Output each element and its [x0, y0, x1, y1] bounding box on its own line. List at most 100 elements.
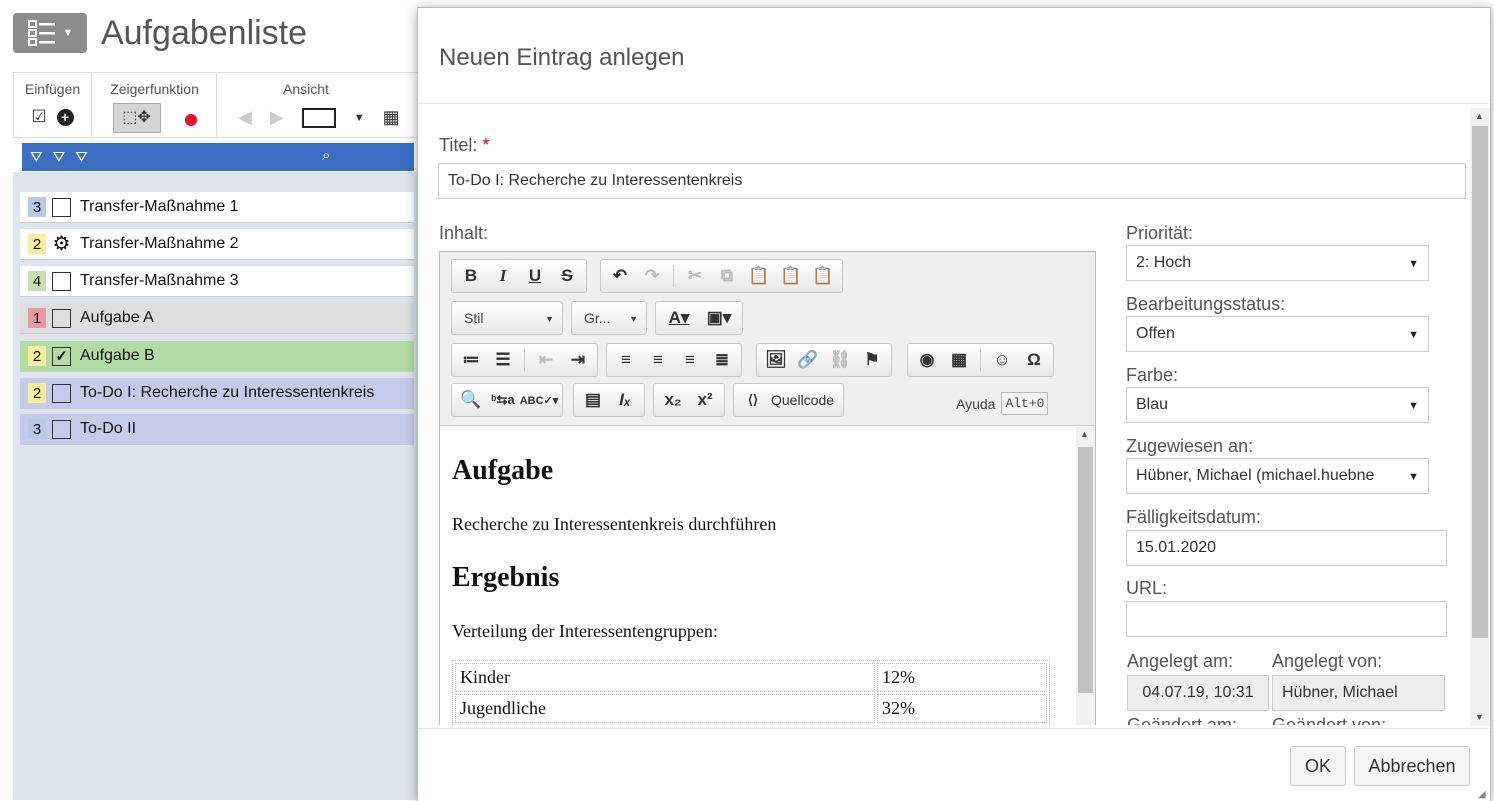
task-row[interactable]: 2 ✓ Aufgabe B — [20, 341, 414, 372]
task-row[interactable]: 3 Transfer-Maßnahme 1 — [20, 192, 414, 223]
size-combo[interactable]: Gr... ▼ — [571, 301, 647, 335]
paste-word-icon[interactable]: 📋 — [809, 263, 837, 289]
chevron-down-icon: ▼ — [629, 314, 638, 324]
scroll-up-icon[interactable]: ▲ — [1080, 429, 1089, 439]
scroll-down-icon[interactable]: ▼ — [1475, 712, 1484, 722]
paste-text-icon[interactable]: 📋 — [777, 263, 805, 289]
color-select[interactable]: Blau ▼ — [1126, 387, 1429, 423]
search-icon[interactable]: 🔍 — [457, 387, 485, 413]
outdent-icon[interactable]: ⇤ — [532, 347, 560, 373]
remove-format-icon[interactable]: Iₓ — [611, 387, 639, 413]
checkbox-checked-icon[interactable]: ✓ — [52, 346, 71, 366]
blockquote-icon[interactable]: ▤ — [579, 387, 607, 413]
align-justify-icon[interactable]: ≣ — [708, 347, 736, 373]
subscript-icon[interactable]: x₂ — [659, 387, 687, 413]
anchor-flag-icon[interactable]: ⚑ — [858, 347, 886, 373]
checkbox-icon[interactable] — [52, 383, 71, 403]
due-date-input[interactable]: 15.01.2020 — [1126, 530, 1447, 566]
dialog-scrollbar[interactable]: ▲ ▼ — [1470, 108, 1490, 726]
rich-text-editor: B I U S ↶ ↷ ✂ ⧉ 📋 📋 📋 Stil ▼ Gr... ▼ A▾ … — [439, 251, 1096, 725]
filter-icon[interactable]: ⛛ — [53, 149, 66, 166]
numbered-list-icon[interactable]: ≔ — [457, 347, 485, 373]
copy-icon[interactable]: ⧉ — [713, 263, 741, 289]
style-combo[interactable]: Stil ▼ — [451, 301, 563, 335]
spellcheck-icon[interactable]: ABC✓▾ — [520, 387, 559, 413]
record-dot-icon[interactable] — [184, 114, 197, 126]
italic-icon[interactable]: I — [489, 263, 517, 289]
filter-icon[interactable]: ⛛ — [75, 149, 88, 166]
redo-icon[interactable]: ↷ — [638, 263, 666, 289]
cut-icon[interactable]: ✂ — [681, 263, 709, 289]
scroll-up-icon[interactable]: ▲ — [1475, 111, 1484, 121]
ok-button[interactable]: OK — [1290, 746, 1346, 786]
compass-icon[interactable]: ◉ — [913, 347, 941, 373]
table-cell[interactable]: Jugendliche — [455, 694, 875, 723]
align-left-icon[interactable]: ≡ — [612, 347, 640, 373]
checkbox-icon[interactable]: ☑ — [31, 107, 46, 127]
priority-select[interactable]: 2: Hoch ▼ — [1126, 245, 1429, 281]
assigned-value: Hübner, Michael (michael.huebne — [1136, 467, 1375, 484]
align-center-icon[interactable]: ≡ — [644, 347, 672, 373]
task-row[interactable]: 4 Transfer-Maßnahme 3 — [20, 266, 414, 297]
dropdown-arrow-icon[interactable]: ▼ — [354, 112, 365, 124]
indent-icon[interactable]: ⇥ — [564, 347, 592, 373]
strikethrough-icon[interactable]: S — [553, 263, 581, 289]
cancel-button[interactable]: Abbrechen — [1354, 746, 1470, 786]
align-right-icon[interactable]: ≡ — [676, 347, 704, 373]
smiley-icon[interactable]: ☺ — [988, 347, 1016, 373]
task-row[interactable]: 3 To-Do II — [20, 414, 414, 445]
back-circle-icon[interactable]: ◀ — [238, 107, 252, 128]
title-input[interactable]: To-Do I: Recherche zu Interessentenkreis — [438, 163, 1466, 199]
paste-icon[interactable]: 📋 — [745, 263, 773, 289]
link-icon[interactable]: 🔗 — [794, 347, 822, 373]
background-color-icon[interactable]: ▣▾ — [701, 305, 737, 331]
created-by-label: Angelegt von: — [1272, 651, 1383, 671]
bold-icon[interactable]: B — [457, 263, 485, 289]
editor-help[interactable]: Ayuda Alt+0 — [956, 392, 1049, 415]
forward-circle-icon[interactable]: ▶ — [270, 107, 284, 128]
separator — [524, 349, 525, 371]
superscript-icon[interactable]: x² — [691, 387, 719, 413]
table-cell[interactable]: Kinder — [455, 663, 875, 692]
status-select[interactable]: Offen ▼ — [1126, 316, 1429, 352]
checkbox-icon[interactable] — [52, 271, 71, 291]
task-label: Aufgabe B — [80, 347, 155, 364]
editor-scroll-thumb[interactable] — [1078, 447, 1093, 693]
select-move-icon[interactable]: ⬚✥ — [112, 103, 161, 133]
content-table-wrap: Kinder 12% Jugendliche 32% — [452, 660, 1050, 725]
checkbox-icon[interactable] — [52, 308, 71, 328]
card-view-icon[interactable] — [301, 107, 336, 128]
dialog-scroll-thumb[interactable] — [1472, 126, 1488, 638]
task-row[interactable]: 2 To-Do I: Recherche zu Interessentenkrei… — [20, 378, 414, 409]
grid-icon[interactable]: ▦ — [383, 107, 400, 128]
bulleted-list-icon[interactable]: ☰ — [489, 347, 517, 373]
app-menu-button[interactable]: ▼ — [13, 13, 87, 53]
unlink-icon[interactable]: ⛓ — [826, 347, 854, 373]
replace-icon[interactable]: ᵇ⇆a — [489, 387, 517, 413]
table-cell[interactable]: 32% — [877, 694, 1047, 723]
url-input[interactable] — [1126, 601, 1447, 637]
filter-icon[interactable]: ⛛ — [30, 149, 43, 166]
editor-toolbar: B I U S ↶ ↷ ✂ ⧉ 📋 📋 📋 Stil ▼ Gr... ▼ A▾ … — [440, 252, 1095, 426]
image-icon[interactable]: 🖼 — [762, 347, 790, 373]
checkbox-icon[interactable] — [52, 197, 71, 217]
source-button[interactable]: ⟨⟩ Quellcode — [733, 383, 845, 417]
underline-icon[interactable]: U — [521, 263, 549, 289]
gear-icon[interactable]: ⚙ — [52, 234, 71, 254]
created-at-label: Angelegt am: — [1127, 651, 1234, 671]
task-row[interactable]: 1 Aufgabe A — [20, 303, 414, 334]
color-label: Farbe: — [1126, 365, 1179, 385]
table-cell[interactable]: 12% — [877, 663, 1047, 692]
undo-icon[interactable]: ↶ — [606, 263, 634, 289]
text-color-icon[interactable]: A▾ — [661, 305, 697, 331]
editor-scrollbar[interactable]: ▲ — [1076, 427, 1095, 725]
assigned-select[interactable]: Hübner, Michael (michael.huebne ▼ — [1126, 458, 1429, 494]
add-circle-icon[interactable]: + — [56, 108, 74, 126]
resize-handle-icon[interactable]: ◢ — [1478, 789, 1486, 800]
task-row[interactable]: 2 ⚙ Transfer-Maßnahme 2 — [20, 229, 414, 260]
omega-icon[interactable]: Ω — [1020, 347, 1048, 373]
checkbox-icon[interactable] — [52, 419, 71, 439]
table-icon[interactable]: ▦ — [945, 347, 973, 373]
search-icon[interactable]: ⌕ — [322, 147, 330, 164]
editor-content[interactable]: Aufgabe Recherche zu Interessentenkreis … — [440, 427, 1075, 725]
